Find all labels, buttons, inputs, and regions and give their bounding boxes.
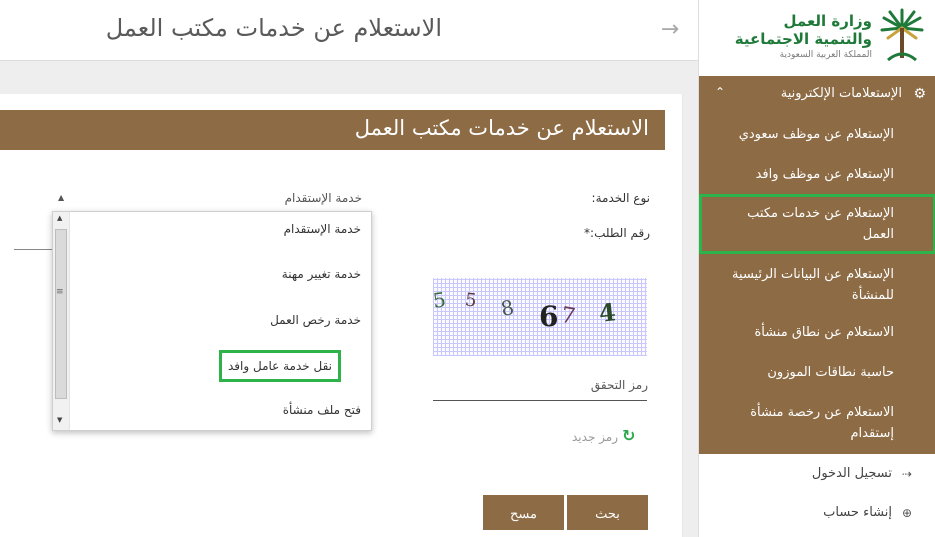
caret-up-icon: ▲ — [58, 193, 65, 202]
dropdown-option[interactable]: فتح ملف منشأة — [73, 403, 361, 417]
captcha-input[interactable] — [433, 400, 647, 401]
captcha-char: 5 — [463, 289, 478, 312]
sidebar-item-establishment-data[interactable]: الإستعلام عن البيانات الرئيسية للمنشأة — [699, 262, 935, 308]
panel-divider — [682, 94, 683, 537]
service-type-dropdown-list[interactable]: ▲ ≡ ▼ خدمة الإستقدام خدمة تغيير مهنة خدم… — [52, 211, 372, 431]
back-arrow-icon[interactable]: → — [658, 18, 682, 42]
dropdown-option-highlighted[interactable]: نقل خدمة عامل وافد — [219, 350, 342, 382]
captcha-char: 8 — [498, 294, 517, 322]
sidebar-item-nitaqat[interactable]: الاستعلام عن نطاق منشأة — [699, 322, 935, 346]
scroll-down-icon[interactable]: ▼ — [57, 416, 62, 424]
search-button[interactable]: بحث — [567, 495, 648, 530]
page-title: الاستعلام عن خدمات مكتب العمل — [105, 14, 442, 42]
captcha-char: 6 — [539, 300, 559, 333]
dropdown-option[interactable]: خدمة الإستقدام — [73, 222, 361, 236]
ministry-logo: وزارة العمل والتنمية الاجتماعية المملكة … — [699, 0, 935, 76]
content-panel: الاستعلام عن خدمات مكتب العمل نوع الخدمة… — [0, 94, 682, 537]
login-icon: ⇢ — [901, 467, 912, 481]
scrollbar-thumb[interactable] — [55, 229, 67, 399]
logo-line-2: والتنمية الاجتماعية — [734, 30, 872, 48]
register-link[interactable]: ⊕ إنشاء حساب — [699, 505, 935, 525]
service-type-select[interactable]: خدمة الإستقدام ▲ — [54, 191, 366, 211]
gears-icon: ⚙ — [913, 86, 926, 102]
chevron-up-icon: ⌃ — [715, 85, 726, 99]
dropdown-option[interactable]: خدمة رخص العمل — [73, 313, 361, 327]
menu-section-label: الإستعلامات الإلكترونية — [780, 86, 902, 101]
captcha-char: 7 — [558, 302, 578, 331]
palm-tree-logo-icon — [880, 8, 924, 62]
captcha-char: 5 — [433, 287, 448, 313]
login-link[interactable]: ⇢ تسجيل الدخول — [699, 466, 935, 486]
dropdown-scrollbar[interactable]: ▲ ≡ ▼ — [53, 212, 70, 430]
panel-title: الاستعلام عن خدمات مكتب العمل — [354, 116, 649, 140]
sidebar-item-saudi-employee[interactable]: الإستعلام عن موظف سعودي — [699, 124, 935, 148]
service-type-select-value: خدمة الإستقدام — [284, 191, 362, 205]
captcha-image: 5 5 8 6 7 4 — [433, 278, 647, 356]
top-bar: الاستعلام عن خدمات مكتب العمل → — [0, 0, 698, 61]
refresh-icon: ↻ — [622, 426, 636, 445]
sidebar-item-expat-employee[interactable]: الإستعلام عن موظف وافد — [699, 164, 935, 188]
request-number-label: رقم الطلب:* — [584, 226, 650, 240]
scroll-up-icon[interactable]: ▲ — [57, 214, 62, 222]
logo-line-3: المملكة العربية السعودية — [779, 50, 872, 60]
dropdown-option[interactable]: خدمة تغيير مهنة — [73, 267, 361, 281]
plus-circle-icon: ⊕ — [901, 506, 912, 520]
refresh-captcha-label: رمز جديد — [572, 430, 619, 444]
request-number-underline — [14, 249, 54, 250]
captcha-input-label: رمز التحقق — [590, 378, 648, 392]
panel-header: الاستعلام عن خدمات مكتب العمل — [0, 110, 665, 150]
refresh-captcha-button[interactable]: ↻رمز جديد — [572, 426, 635, 445]
sidebar-menu: ⚙ الإستعلامات الإلكترونية ⌃ الإستعلام عن… — [699, 76, 935, 454]
captcha-char: 4 — [597, 297, 618, 328]
sidebar-item-weighted-calculator[interactable]: حاسبة نطاقات الموزون — [699, 362, 935, 386]
sidebar: وزارة العمل والتنمية الاجتماعية المملكة … — [698, 0, 935, 537]
service-type-label: نوع الخدمة: — [591, 191, 650, 205]
sidebar-item-recruitment-license[interactable]: الاستعلام عن رخصة منشأة إستقدام — [699, 402, 935, 448]
grip-icon: ≡ — [56, 287, 64, 297]
logo-line-1: وزارة العمل — [783, 12, 873, 30]
sidebar-item-labor-office-services[interactable]: الإستعلام عن خدمات مكتب العمل — [699, 194, 935, 254]
clear-button[interactable]: مسح — [483, 495, 564, 530]
menu-section-header[interactable]: ⚙ الإستعلامات الإلكترونية ⌃ — [699, 76, 935, 112]
